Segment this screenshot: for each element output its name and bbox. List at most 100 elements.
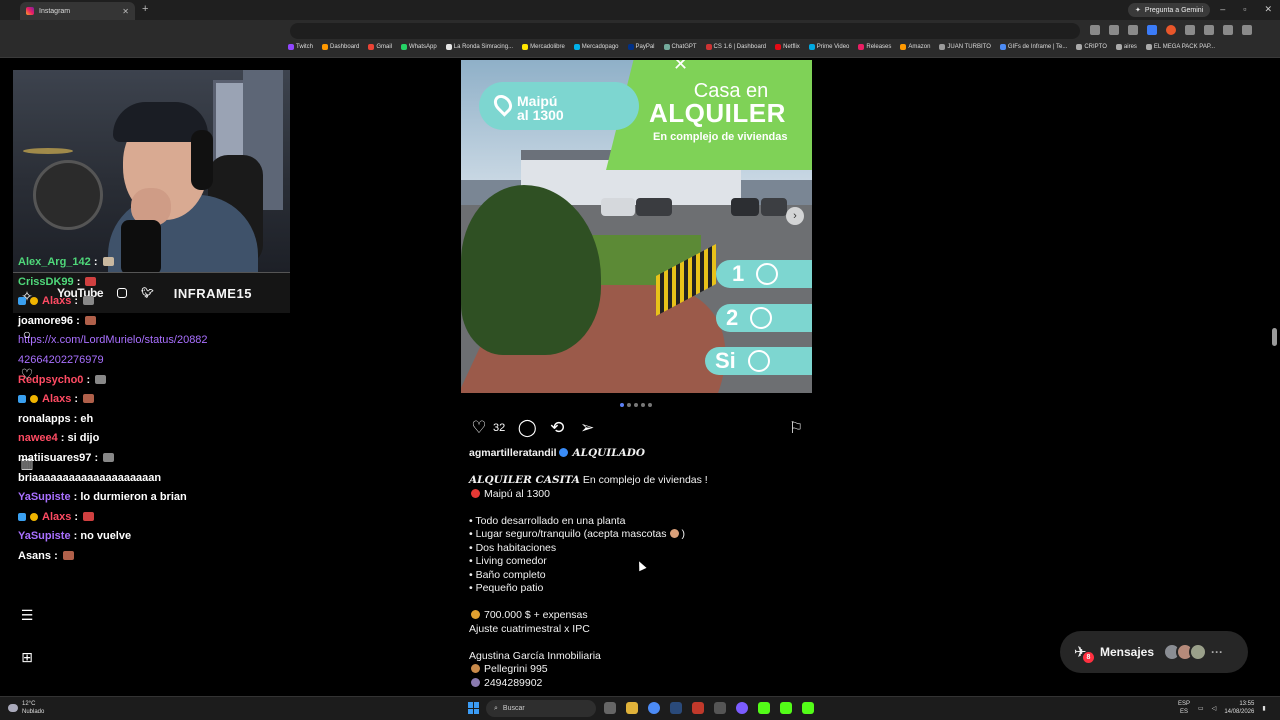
- volume-icon[interactable]: ◁: [1212, 705, 1217, 712]
- taskbar-search[interactable]: ⌕ Buscar: [486, 700, 596, 717]
- chat-username[interactable]: Alaxs: [42, 393, 71, 405]
- chat-emote-icon: [102, 257, 114, 266]
- chat-message: nawee4 : si dijo: [18, 432, 100, 445]
- post-image[interactable]: Maipú al 1300 ✕ Casa en ALQUILER En comp…: [461, 60, 812, 393]
- dashboard-icon[interactable]: ▥: [17, 453, 37, 473]
- more-menu-icon[interactable]: ☰: [17, 605, 37, 625]
- file-explorer-icon[interactable]: [626, 702, 638, 714]
- bookmark-item[interactable]: Mercadolibre: [522, 44, 565, 50]
- bookmark-item[interactable]: Gmail: [368, 44, 392, 50]
- task-view-icon[interactable]: [604, 702, 616, 714]
- emoji-icon: [471, 610, 480, 619]
- profile-avatar-icon[interactable]: [1223, 25, 1233, 35]
- bookmark-item[interactable]: CS 1.6 | Dashboard: [705, 44, 766, 50]
- messages-button[interactable]: ✈︎ 8 Mensajes ···: [1060, 631, 1248, 673]
- tab-instagram[interactable]: Instagram ✕: [20, 2, 135, 20]
- bookmark-item[interactable]: Amazon: [900, 44, 930, 50]
- post-username[interactable]: agmartilleratandil: [469, 447, 557, 459]
- more-icon: ···: [1211, 645, 1224, 659]
- menu-icon[interactable]: [1242, 25, 1252, 35]
- bookmark-item[interactable]: EL MEGA PACK PAP...: [1145, 44, 1215, 50]
- carousel-dots: [620, 403, 652, 407]
- chrome-icon[interactable]: [648, 702, 660, 714]
- bookmark-item[interactable]: Prime Video: [808, 44, 849, 50]
- notifications-icon[interactable]: ▮: [1262, 705, 1265, 712]
- maximize-icon[interactable]: ▫: [1243, 4, 1246, 15]
- kick-icon[interactable]: [758, 702, 770, 714]
- extension-icon[interactable]: [1185, 25, 1195, 35]
- explore-icon[interactable]: ✧: [17, 286, 37, 306]
- bookmark-item[interactable]: Twitch: [288, 44, 313, 50]
- carousel-dot: [620, 403, 624, 407]
- bookmark-item[interactable]: ChatGPT: [663, 44, 697, 50]
- weather-widget[interactable]: 12°C Nublado: [8, 700, 44, 716]
- chat-username[interactable]: Alex_Arg_142: [18, 256, 91, 268]
- chat-username[interactable]: Alaxs: [42, 511, 71, 523]
- minimize-icon[interactable]: –: [1220, 4, 1225, 15]
- chat-emote-icon: [62, 550, 74, 560]
- chat-message: Alaxs :: [18, 292, 288, 312]
- kick-icon[interactable]: [802, 702, 814, 714]
- new-tab-icon[interactable]: +: [142, 3, 148, 15]
- like-heart-icon[interactable]: ♡: [469, 418, 489, 438]
- bookmark-favicon-icon: [808, 44, 815, 50]
- bookmark-label: La Ronda Simracing...: [453, 44, 514, 50]
- address-bar[interactable]: [290, 23, 1080, 39]
- sub-badge-icon: [18, 395, 26, 404]
- chat-username[interactable]: YaSupiste: [18, 491, 71, 503]
- chat-username[interactable]: Asans: [18, 550, 51, 562]
- bookmark-item[interactable]: Releases: [858, 44, 891, 50]
- clock-time[interactable]: 13:55: [1224, 700, 1254, 708]
- bookmark-item[interactable]: Mercadopago: [573, 44, 619, 50]
- comment-icon[interactable]: ◯: [517, 418, 537, 438]
- bookmark-item[interactable]: CRIPTO: [1076, 44, 1107, 50]
- language-code[interactable]: ESP: [1178, 700, 1190, 708]
- bookmark-item[interactable]: aires: [1115, 44, 1137, 50]
- bookmark-item[interactable]: JUAN TURBITO: [939, 44, 991, 50]
- chat-link[interactable]: https://x.com/LordMurielo/status/20882: [18, 334, 208, 346]
- start-windows-icon[interactable]: [468, 702, 480, 714]
- caption-line: [469, 501, 809, 515]
- app-icon[interactable]: [714, 702, 726, 714]
- bookmark-favicon-icon: [900, 44, 907, 50]
- chat-username[interactable]: YaSupiste: [18, 530, 71, 542]
- bookmark-item[interactable]: GIFs de Inframe | Te...: [999, 44, 1067, 50]
- chat-username[interactable]: ronalapps: [18, 413, 71, 425]
- scrollbar[interactable]: [1272, 328, 1277, 346]
- share-icon[interactable]: ➢: [577, 418, 597, 438]
- bookmark-favicon-icon: [1076, 44, 1083, 50]
- app-icon[interactable]: [692, 702, 704, 714]
- carousel-next-button[interactable]: ›: [786, 207, 804, 225]
- close-icon[interactable]: ✕: [122, 7, 129, 16]
- save-bookmark-icon[interactable]: ⚐: [786, 418, 806, 438]
- network-icon[interactable]: ▭: [1198, 705, 1204, 712]
- apps-grid-icon[interactable]: ⊞: [17, 647, 37, 667]
- keyboard-layout[interactable]: ES: [1178, 708, 1190, 716]
- star-icon[interactable]: [1128, 25, 1138, 35]
- extension-icon[interactable]: [1166, 25, 1176, 35]
- kick-icon[interactable]: [780, 702, 792, 714]
- discord-icon[interactable]: [736, 702, 748, 714]
- messages-circle-icon[interactable]: ○: [17, 324, 37, 344]
- bookmark-favicon-icon: [663, 44, 670, 50]
- gemini-button[interactable]: ✦ Pregunta a Gemini: [1128, 3, 1211, 17]
- system-tray: ESP ES ▭ ◁ 13:55 14/08/2026 ▮: [1178, 700, 1266, 716]
- bookmark-item[interactable]: PayPal: [627, 44, 655, 50]
- chat-text: lo durmieron a brian: [80, 491, 187, 504]
- bookmark-item[interactable]: La Ronda Simracing...: [445, 44, 514, 50]
- chat-username[interactable]: Alaxs: [42, 295, 71, 307]
- extension-icon[interactable]: [1147, 25, 1157, 35]
- chat-username[interactable]: nawee4: [18, 432, 58, 444]
- bookmark-item[interactable]: WhatsApp: [401, 44, 437, 50]
- clock-date[interactable]: 14/08/2026: [1224, 708, 1254, 716]
- cast-icon[interactable]: [1109, 25, 1119, 35]
- repost-icon[interactable]: ⟲: [547, 418, 567, 438]
- bookmark-item[interactable]: Netflix: [775, 44, 800, 50]
- heart-icon[interactable]: ♡: [17, 364, 37, 384]
- bookmark-item[interactable]: Dashboard: [322, 44, 359, 50]
- close-window-icon[interactable]: ✕: [1264, 4, 1272, 15]
- messages-label: Mensajes: [1100, 645, 1155, 659]
- zoom-icon[interactable]: [1090, 25, 1100, 35]
- steam-icon[interactable]: [670, 702, 682, 714]
- extensions-puzzle-icon[interactable]: [1204, 25, 1214, 35]
